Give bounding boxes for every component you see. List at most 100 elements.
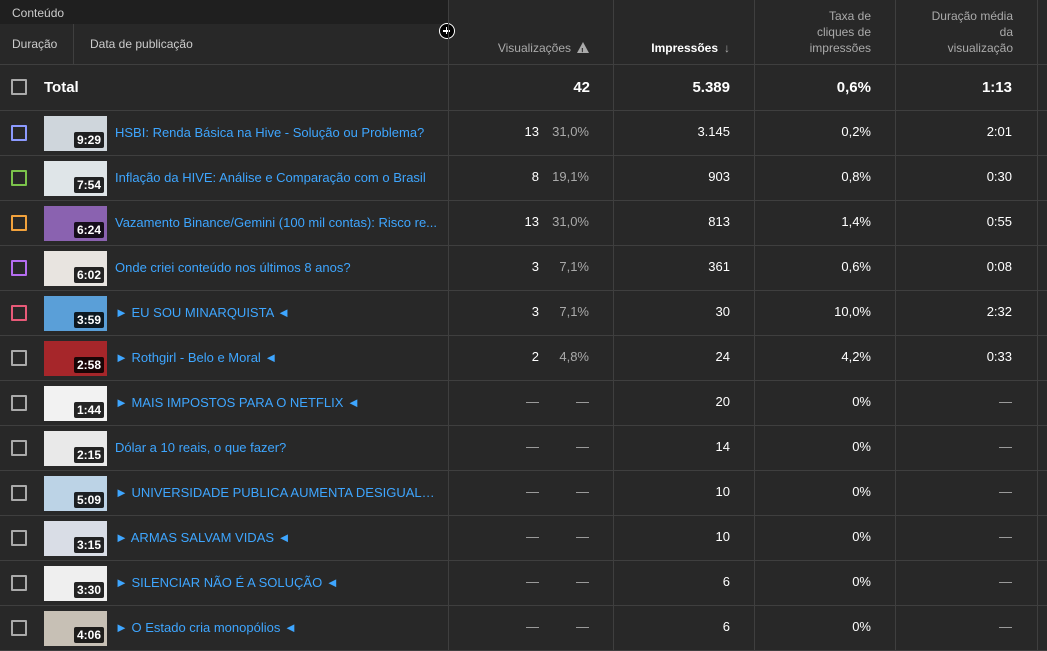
avd-value: — xyxy=(999,574,1012,589)
video-thumbnail[interactable]: 7:54 xyxy=(44,161,107,196)
table-row[interactable]: 1:44 ► MAIS IMPOSTOS PARA O NETFLIX ◄ — — 20… xyxy=(0,381,1047,426)
views-column-header[interactable]: Visualizações xyxy=(449,0,613,64)
row-checkbox[interactable] xyxy=(11,125,27,141)
video-duration: 7:54 xyxy=(73,177,104,193)
row-checkbox[interactable] xyxy=(11,170,27,186)
ctr-value: 0% xyxy=(852,484,871,499)
total-avd: 1:13 xyxy=(981,79,1012,96)
video-duration: 5:09 xyxy=(73,492,104,508)
impressions-value: 10 xyxy=(715,529,730,544)
video-thumbnail[interactable]: 4:06 xyxy=(44,611,107,646)
video-thumbnail[interactable]: 6:02 xyxy=(44,251,107,286)
views-header-label: Visualizações xyxy=(497,41,571,55)
video-title-link[interactable]: Dólar a 10 reais, o que fazer? xyxy=(115,440,440,455)
video-title-link[interactable]: ► ARMAS SALVAM VIDAS ◄ xyxy=(115,530,440,545)
ctr-value: 0% xyxy=(852,394,871,409)
table-row[interactable]: 3:30 ► SILENCIAR NÃO É A SOLUÇÃO ◄ — — 6 0% — xyxy=(0,561,1047,606)
views-percent: 31,0% xyxy=(552,214,589,229)
video-title-link[interactable]: ► O Estado cria monopólios ◄ xyxy=(115,620,440,635)
video-thumbnail[interactable]: 6:24 xyxy=(44,206,107,241)
video-title-link[interactable]: ► MAIS IMPOSTOS PARA O NETFLIX ◄ xyxy=(115,395,440,410)
table-row[interactable]: 3:15 ► ARMAS SALVAM VIDAS ◄ — — 10 0% — xyxy=(0,516,1047,561)
avd-value: — xyxy=(999,529,1012,544)
row-checkbox[interactable] xyxy=(11,620,27,636)
row-checkbox[interactable] xyxy=(11,260,27,276)
sort-down-icon[interactable]: ↓ xyxy=(724,40,730,56)
row-checkbox[interactable] xyxy=(11,215,27,231)
video-title-link[interactable]: Onde criei conteúdo nos últimos 8 anos? xyxy=(115,260,440,275)
total-label: Total xyxy=(44,79,79,96)
ctr-header-line: cliques de xyxy=(816,25,871,39)
impressions-value: 6 xyxy=(722,574,730,589)
ctr-value: 0% xyxy=(852,574,871,589)
impressions-header-label: Impressões xyxy=(651,41,718,55)
impressions-value: 813 xyxy=(708,214,730,229)
video-title-link[interactable]: ► SILENCIAR NÃO É A SOLUÇÃO ◄ xyxy=(115,575,440,590)
select-all-checkbox[interactable] xyxy=(11,79,27,95)
table-row[interactable]: 3:59 ► EU SOU MINARQUISTA ◄ 3 7,1% 30 10,0% 2:… xyxy=(0,291,1047,336)
row-checkbox[interactable] xyxy=(11,530,27,546)
video-thumbnail[interactable]: 3:30 xyxy=(44,566,107,601)
table-row[interactable]: 5:09 ► UNIVERSIDADE PUBLICA AUMENTA DESIG… xyxy=(0,471,1047,516)
video-title-link[interactable]: ► EU SOU MINARQUISTA ◄ xyxy=(115,305,440,320)
views-value: — xyxy=(526,619,539,634)
duration-header-label: Duração xyxy=(12,37,58,51)
row-checkbox[interactable] xyxy=(11,350,27,366)
table-row[interactable]: 2:15 Dólar a 10 reais, o que fazer? — — 14 0%… xyxy=(0,426,1047,471)
impressions-value: 3.145 xyxy=(697,124,730,139)
row-checkbox[interactable] xyxy=(11,395,27,411)
video-thumbnail[interactable]: 2:58 xyxy=(44,341,107,376)
row-checkbox[interactable] xyxy=(11,485,27,501)
impressions-value: 24 xyxy=(715,349,730,364)
table-row[interactable]: 6:02 Onde criei conteúdo nos últimos 8 an… xyxy=(0,246,1047,291)
views-percent: — xyxy=(576,394,589,409)
video-duration: 6:24 xyxy=(73,222,104,238)
views-percent: — xyxy=(576,484,589,499)
impressions-value: 361 xyxy=(708,259,730,274)
impressions-value: 6 xyxy=(722,619,730,634)
ctr-value: 0% xyxy=(852,529,871,544)
video-title-link[interactable]: Inflação da HIVE: Análise e Comparação c… xyxy=(115,170,440,185)
video-title-link[interactable]: ► Rothgirl - Belo e Moral ◄ xyxy=(115,350,440,365)
content-label: Conteúdo xyxy=(12,6,65,20)
video-duration: 3:59 xyxy=(73,312,104,328)
video-title-link[interactable]: HSBI: Renda Básica na Hive - Solução ou … xyxy=(115,125,440,140)
row-checkbox[interactable] xyxy=(11,305,27,321)
duration-column-header[interactable]: Duração xyxy=(0,24,74,64)
video-title-link[interactable]: Vazamento Binance/Gemini (100 mil contas… xyxy=(115,215,440,230)
video-thumbnail[interactable]: 3:59 xyxy=(44,296,107,331)
impressions-column-header[interactable]: Impressões ↓ xyxy=(614,0,754,64)
date-column-header[interactable]: Data de publicação xyxy=(75,24,448,64)
avd-value: 2:32 xyxy=(986,304,1012,319)
ctr-header-line: impressões xyxy=(809,41,871,55)
table-header: Conteúdo Duração Data de publicação Visu… xyxy=(0,0,1047,65)
total-ctr: 0,6% xyxy=(836,79,871,96)
video-thumbnail[interactable]: 2:15 xyxy=(44,431,107,466)
video-duration: 2:58 xyxy=(73,357,104,373)
avd-column-header[interactable]: Duração média da visualização xyxy=(896,0,1037,64)
ctr-column-header[interactable]: Taxa de cliques de impressões xyxy=(755,0,895,64)
table-row[interactable]: 6:24 Vazamento Binance/Gemini (100 mil co… xyxy=(0,201,1047,246)
video-thumbnail[interactable]: 1:44 xyxy=(44,386,107,421)
table-row[interactable]: 9:29 HSBI: Renda Básica na Hive - Solução… xyxy=(0,111,1047,156)
table-row[interactable]: 2:58 ► Rothgirl - Belo e Moral ◄ 2 4,8% 24 4,… xyxy=(0,336,1047,381)
avd-value: 0:55 xyxy=(986,214,1012,229)
ctr-value: 0,6% xyxy=(841,259,871,274)
warning-icon[interactable] xyxy=(577,42,589,60)
views-percent: 7,1% xyxy=(559,259,589,274)
row-checkbox[interactable] xyxy=(11,440,27,456)
video-duration: 3:15 xyxy=(73,537,104,553)
views-value: — xyxy=(526,484,539,499)
ctr-value: 4,2% xyxy=(841,349,871,364)
video-thumbnail[interactable]: 9:29 xyxy=(44,116,107,151)
ctr-value: 0% xyxy=(852,619,871,634)
total-impressions: 5.389 xyxy=(692,79,730,96)
ctr-header-line: Taxa de xyxy=(828,9,871,23)
table-row[interactable]: 7:54 Inflação da HIVE: Análise e Comparaç… xyxy=(0,156,1047,201)
video-thumbnail[interactable]: 3:15 xyxy=(44,521,107,556)
video-title-link[interactable]: ► UNIVERSIDADE PUBLICA AUMENTA DESIGUALD… xyxy=(115,485,440,500)
video-thumbnail[interactable]: 5:09 xyxy=(44,476,107,511)
video-duration: 2:15 xyxy=(73,447,104,463)
row-checkbox[interactable] xyxy=(11,575,27,591)
table-row[interactable]: 4:06 ► O Estado cria monopólios ◄ — — 6 0% — xyxy=(0,606,1047,651)
